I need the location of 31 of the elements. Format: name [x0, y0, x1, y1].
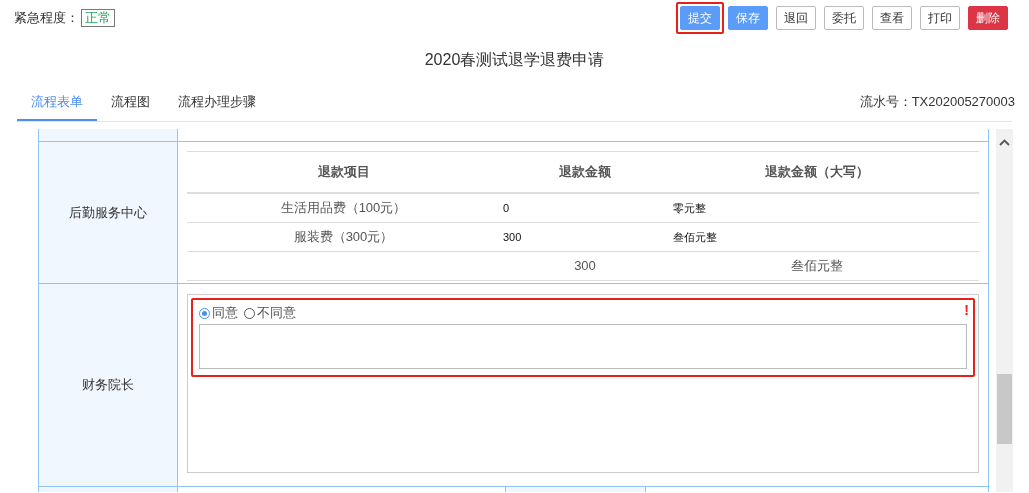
urgency-label: 紧急程度： [14, 9, 79, 27]
column-header: 退款金额 [559, 163, 611, 182]
table-cell-text: 零元整 [673, 200, 706, 216]
section-label: 财务院长 [82, 376, 134, 395]
radio-option[interactable]: 不同意 [244, 303, 296, 323]
tab[interactable]: 流程办理步骤 [164, 85, 270, 121]
action-button[interactable]: 查看 [872, 6, 912, 30]
serial-number: 流水号：TX202005270003 [859, 92, 1015, 111]
action-button[interactable]: 打印 [920, 6, 960, 30]
action-button[interactable]: 退回 [776, 6, 816, 30]
scrollbar[interactable] [996, 129, 1013, 492]
urgency-tag: 正常 [81, 8, 115, 27]
tab[interactable]: 流程图 [97, 85, 164, 121]
total-cell-text: 叁佰元整 [790, 257, 843, 276]
scroll-thumb[interactable] [997, 374, 1012, 444]
delete-button[interactable]: 删除 [968, 6, 1008, 30]
table-cell-text: 叁佰元整 [673, 229, 717, 245]
total-cell-text: 300 [574, 257, 596, 276]
opinion-input[interactable] [199, 324, 967, 369]
column-header: 退款金额（大写） [764, 163, 869, 182]
section-label: 后勤服务中心 [69, 203, 147, 222]
action-button[interactable]: 委托 [824, 6, 864, 30]
table-cell-text: 300 [503, 229, 522, 245]
radio-option[interactable]: 同意 [199, 303, 238, 323]
table-cell-text: 0 [503, 200, 510, 216]
table-cell-text: 生活用品费（100元） [280, 199, 407, 218]
scroll-up-icon[interactable] [999, 139, 1010, 146]
column-header: 退款项目 [317, 163, 370, 182]
required-mark: ! [964, 301, 969, 320]
table-cell-text: 服装费（300元） [293, 228, 394, 247]
form-title: 2020春测试退学退费申请 [424, 50, 605, 70]
